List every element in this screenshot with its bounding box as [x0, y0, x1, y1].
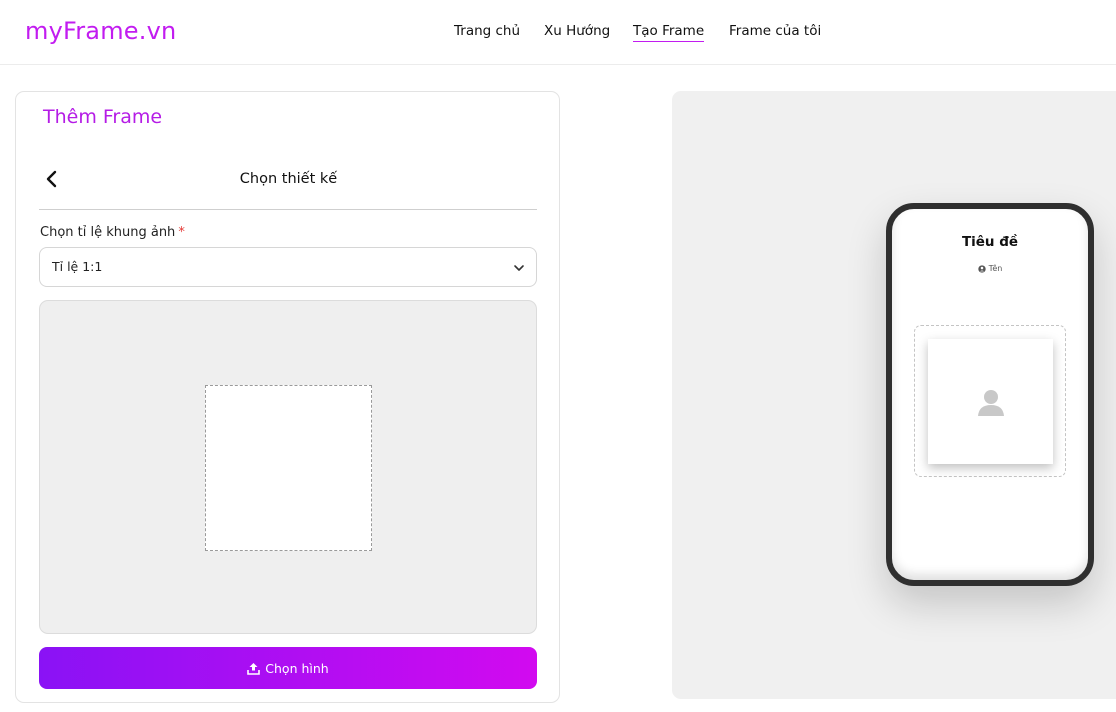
ratio-select[interactable]: Tỉ lệ 1:1 [39, 247, 537, 287]
nav-item-my-frames[interactable]: Frame của tôi [729, 23, 821, 39]
preview-author: Tên [892, 264, 1088, 273]
choose-image-button-label: Chọn hình [265, 660, 329, 676]
preview-title: Tiêu đề [961, 234, 1019, 250]
image-dropzone[interactable] [205, 385, 372, 551]
frame-outline [914, 325, 1066, 477]
main-nav: Trang chủ Xu Hướng Tạo Frame Frame của t… [0, 23, 1116, 43]
add-frame-card: Thêm Frame Chọn thiết kế Chọn tỉ lệ khun… [15, 91, 560, 703]
choose-image-button[interactable]: Chọn hình [39, 647, 537, 689]
ratio-field-label-text: Chọn tỉ lệ khung ảnh [40, 225, 176, 240]
ratio-field-label: Chọn tỉ lệ khung ảnh * [40, 225, 185, 240]
preview-panel: Tiêu đề Tên [672, 91, 1116, 699]
design-canvas [39, 300, 537, 634]
step-title: Chọn thiết kế [239, 171, 338, 187]
divider [39, 209, 537, 210]
nav-item-trending[interactable]: Xu Hướng [544, 23, 610, 39]
required-mark: * [178, 225, 185, 240]
nav-item-home[interactable]: Trang chủ [454, 23, 520, 39]
chevron-down-icon [514, 265, 524, 271]
user-silhouette-icon [977, 389, 1004, 416]
user-circle-icon [977, 264, 986, 273]
upload-icon [247, 662, 261, 675]
preview-author-name: Tên [988, 264, 1003, 273]
top-navigation-bar: myFrame.vn Trang chủ Xu Hướng Tạo Frame … [0, 0, 1116, 65]
ratio-select-value: Tỉ lệ 1:1 [52, 259, 103, 274]
frame-photo-placeholder [928, 339, 1053, 464]
card-title: Thêm Frame [43, 106, 163, 128]
nav-item-create-frame[interactable]: Tạo Frame [633, 23, 705, 42]
phone-mockup: Tiêu đề Tên [886, 203, 1094, 586]
